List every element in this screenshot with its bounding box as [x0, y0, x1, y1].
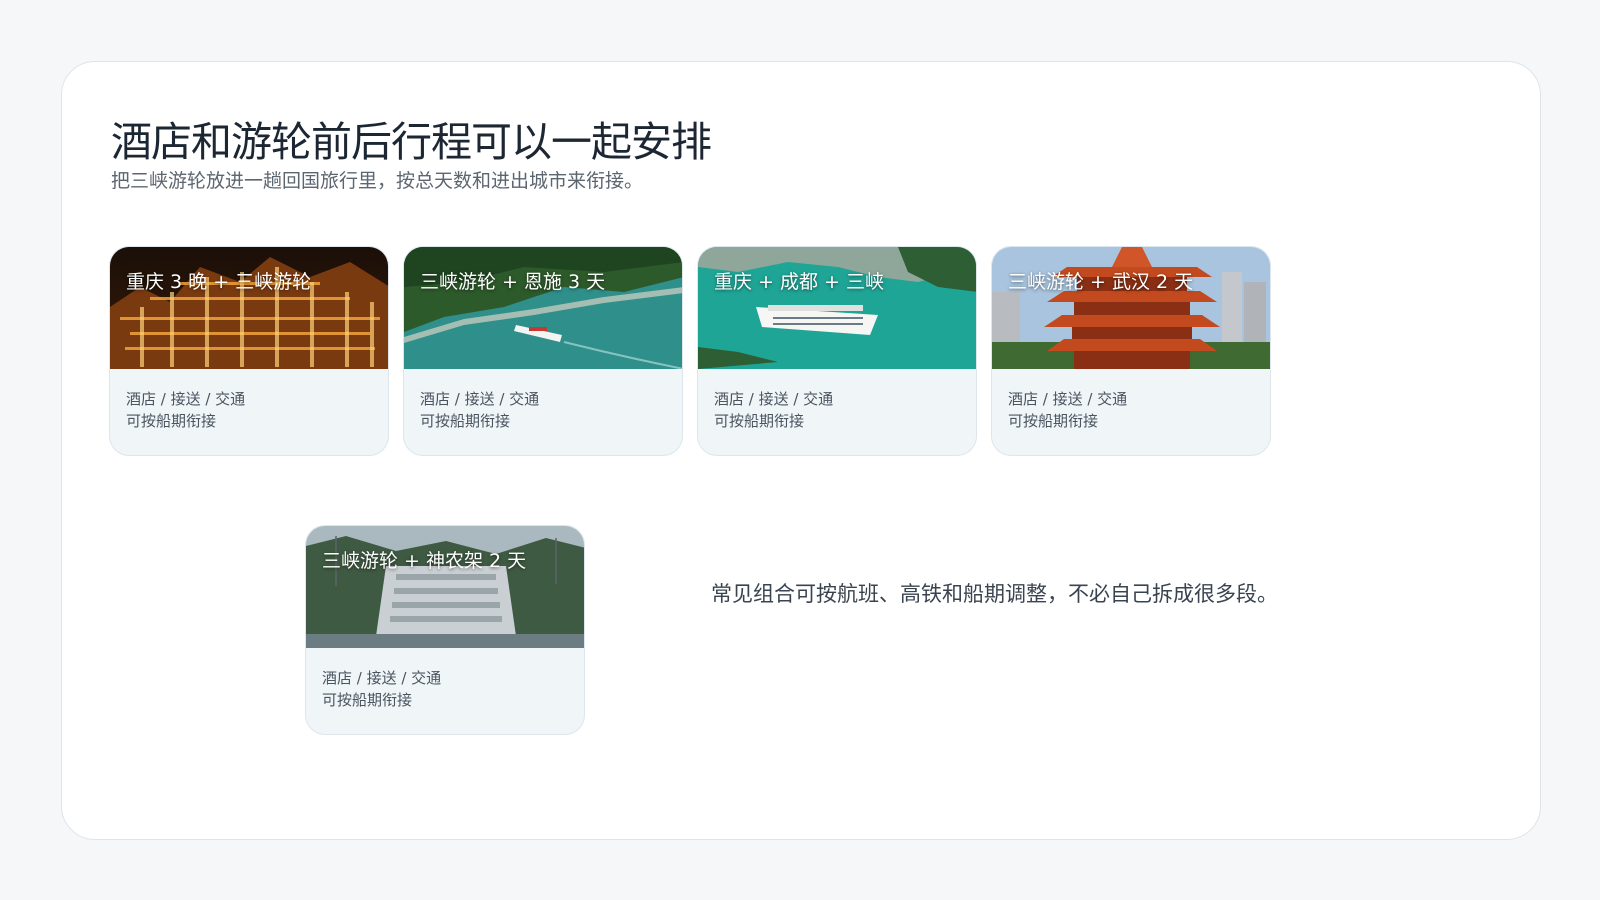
three-gorges-dam-locks-photo: 三峡游轮 + 神农架 2 天 — [306, 526, 584, 648]
combination-note: 常见组合可按航班、高铁和船期调整，不必自己拆成很多段。 — [711, 582, 1278, 606]
page-subtitle: 把三峡游轮放进一趟回国旅行里，按总天数和进出城市来衔接。 — [111, 170, 644, 192]
card-caption: 三峡游轮 + 恩施 3 天 — [420, 271, 606, 293]
trip-card-cruise-enshi[interactable]: 三峡游轮 + 恩施 3 天 酒店 / 接送 / 交通 可按船期衔接 — [403, 246, 683, 456]
trip-card-chongqing-cruise[interactable]: 重庆 3 晚 + 三峡游轮 酒店 / 接送 / 交通 可按船期衔接 — [109, 246, 389, 456]
chongqing-night-city-photo: 重庆 3 晚 + 三峡游轮 — [110, 247, 388, 369]
card-caption: 重庆 3 晚 + 三峡游轮 — [126, 271, 312, 293]
card-services: 酒店 / 接送 / 交通 — [322, 669, 442, 687]
card-services: 酒店 / 接送 / 交通 — [420, 390, 540, 408]
page-title: 酒店和游轮前后行程可以一起安排 — [111, 118, 712, 166]
card-schedule-note: 可按船期衔接 — [1008, 412, 1099, 430]
river-gorge-cruise-photo: 三峡游轮 + 恩施 3 天 — [404, 247, 682, 369]
card-schedule-note: 可按船期衔接 — [126, 412, 217, 430]
cruise-ship-green-river-photo: 重庆 + 成都 + 三峡 — [698, 247, 976, 369]
trip-card-cruise-shennongjia[interactable]: 三峡游轮 + 神农架 2 天 酒店 / 接送 / 交通 可按船期衔接 — [305, 525, 585, 735]
yellow-crane-tower-photo: 三峡游轮 + 武汉 2 天 — [992, 247, 1270, 369]
card-services: 酒店 / 接送 / 交通 — [1008, 390, 1128, 408]
card-caption: 三峡游轮 + 神农架 2 天 — [322, 550, 527, 572]
card-caption: 重庆 + 成都 + 三峡 — [714, 271, 884, 293]
card-services: 酒店 / 接送 / 交通 — [126, 390, 246, 408]
card-services: 酒店 / 接送 / 交通 — [714, 390, 834, 408]
card-schedule-note: 可按船期衔接 — [420, 412, 511, 430]
trip-card-chongqing-chengdu[interactable]: 重庆 + 成都 + 三峡 酒店 / 接送 / 交通 可按船期衔接 — [697, 246, 977, 456]
card-schedule-note: 可按船期衔接 — [322, 691, 413, 709]
itinerary-panel: 酒店和游轮前后行程可以一起安排 把三峡游轮放进一趟回国旅行里，按总天数和进出城市… — [61, 61, 1541, 840]
trip-card-cruise-wuhan[interactable]: 三峡游轮 + 武汉 2 天 酒店 / 接送 / 交通 可按船期衔接 — [991, 246, 1271, 456]
card-schedule-note: 可按船期衔接 — [714, 412, 805, 430]
card-caption: 三峡游轮 + 武汉 2 天 — [1008, 271, 1194, 293]
